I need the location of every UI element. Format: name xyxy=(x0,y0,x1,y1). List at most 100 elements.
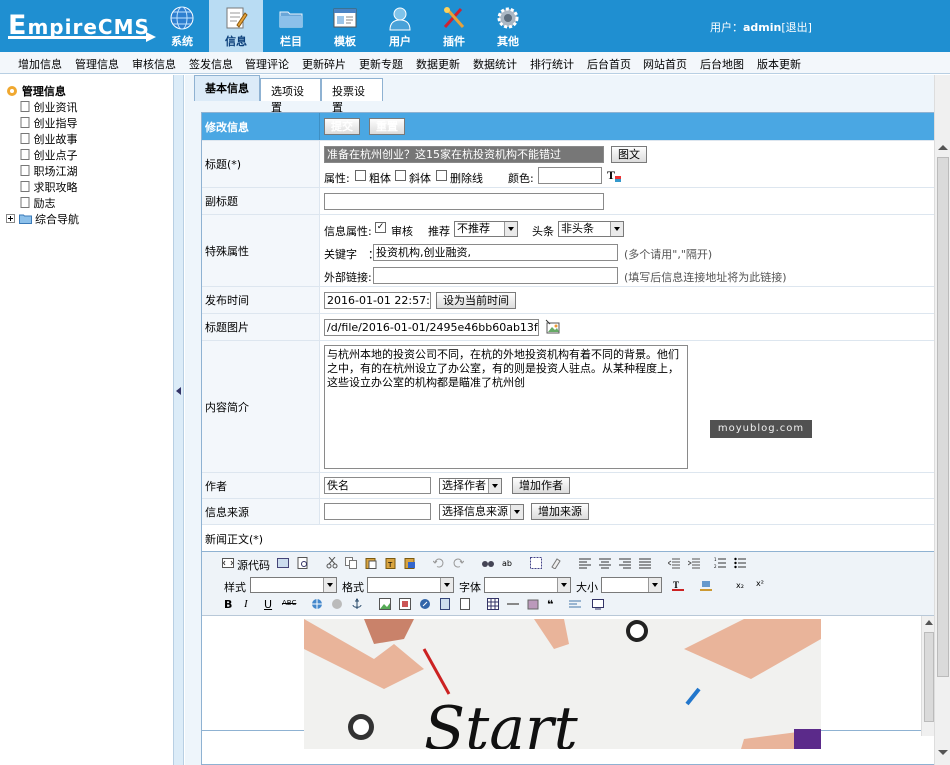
tree-item[interactable]: 创业点子 xyxy=(20,147,78,163)
tree-folder[interactable]: 综合导航 xyxy=(6,211,79,227)
tree-item[interactable]: 创业故事 xyxy=(20,131,78,147)
align-right-icon[interactable] xyxy=(619,557,631,569)
set-current-time-button[interactable]: 设为当前时间 xyxy=(436,292,516,309)
submit-button[interactable]: 提交 xyxy=(324,118,360,135)
add-author-button[interactable]: 增加作者 xyxy=(512,477,570,494)
nav-user[interactable]: 用户 xyxy=(373,0,427,52)
cut-icon[interactable] xyxy=(326,557,338,569)
menu-rank-stats[interactable]: 排行统计 xyxy=(530,56,574,72)
strike-checkbox[interactable] xyxy=(436,170,447,181)
expand-plus-icon[interactable] xyxy=(6,214,15,223)
remove-format-icon[interactable] xyxy=(550,557,562,569)
menu-update-fragments[interactable]: 更新碎片 xyxy=(302,56,346,72)
paste-text-icon[interactable]: T xyxy=(385,557,397,569)
media-icon[interactable] xyxy=(419,598,431,610)
redo-icon[interactable] xyxy=(452,557,464,569)
menu-data-stats[interactable]: 数据统计 xyxy=(473,56,517,72)
italic-button[interactable]: I xyxy=(244,598,248,610)
bullet-list-icon[interactable] xyxy=(734,557,746,569)
quote-icon[interactable]: ❝ xyxy=(547,598,553,611)
scroll-down-arrow-icon[interactable] xyxy=(938,750,948,755)
horizontal-rule-icon[interactable] xyxy=(507,598,519,610)
bg-color-icon[interactable] xyxy=(700,579,712,591)
author-input[interactable]: 佚名 xyxy=(324,477,431,494)
bold-checkbox[interactable] xyxy=(355,170,366,181)
indent-icon[interactable] xyxy=(688,557,700,569)
preview-icon[interactable] xyxy=(277,557,289,569)
font-size-select[interactable] xyxy=(601,577,662,593)
menu-data-update[interactable]: 数据更新 xyxy=(416,56,460,72)
image-icon[interactable] xyxy=(379,598,391,610)
link-icon[interactable] xyxy=(311,598,323,610)
iframe-icon[interactable] xyxy=(592,598,604,610)
reset-button[interactable]: 重置 xyxy=(369,118,405,135)
tree-item[interactable]: 励志 xyxy=(20,195,56,211)
italic-checkbox[interactable] xyxy=(395,170,406,181)
style-select[interactable] xyxy=(250,577,337,593)
align-justify-icon[interactable] xyxy=(639,557,651,569)
menu-audit-info[interactable]: 审核信息 xyxy=(132,56,176,72)
subscript-icon[interactable]: x₂ xyxy=(736,581,744,590)
scroll-up-arrow-icon[interactable] xyxy=(925,620,933,625)
audit-checkbox[interactable]: ✓ xyxy=(375,222,386,233)
superscript-icon[interactable]: x² xyxy=(756,579,764,588)
find-icon[interactable] xyxy=(482,557,494,569)
menu-update-topics[interactable]: 更新专题 xyxy=(359,56,403,72)
align-center-icon[interactable] xyxy=(599,557,611,569)
tree-item[interactable]: 职场江湖 xyxy=(20,163,78,179)
menu-version-update[interactable]: 版本更新 xyxy=(757,56,801,72)
text-color-icon[interactable]: T xyxy=(672,579,684,591)
undo-icon[interactable] xyxy=(433,557,445,569)
title-image-input[interactable]: /d/file/2016-01-01/2495e46bb60ab13f9e3fd xyxy=(324,319,539,336)
page-scrollbar[interactable] xyxy=(934,75,950,765)
editor-scroll-thumb[interactable] xyxy=(924,632,934,722)
menu-site-home[interactable]: 网站首页 xyxy=(643,56,687,72)
menu-admin-home[interactable]: 后台首页 xyxy=(587,56,631,72)
title-input[interactable]: 准备在杭州创业？这15家在杭投资机构不能错过 xyxy=(324,146,604,163)
menu-add-info[interactable]: 增加信息 xyxy=(18,56,62,72)
align-left-icon[interactable] xyxy=(579,557,591,569)
logout-link[interactable]: [退出] xyxy=(781,21,812,34)
special-char-icon[interactable] xyxy=(569,598,581,610)
source-input[interactable] xyxy=(324,503,431,520)
subtitle-input[interactable] xyxy=(324,193,604,210)
page-break-icon[interactable] xyxy=(459,598,471,610)
scroll-up-arrow-icon[interactable] xyxy=(938,145,948,150)
bold-button[interactable]: B xyxy=(224,598,232,611)
nav-column[interactable]: 栏目 xyxy=(264,0,318,52)
copy-icon[interactable] xyxy=(345,557,357,569)
nav-template[interactable]: 模板 xyxy=(318,0,372,52)
menu-manage-info[interactable]: 管理信息 xyxy=(75,56,119,72)
nav-plugin[interactable]: 插件 xyxy=(427,0,481,52)
menu-manage-comments[interactable]: 管理评论 xyxy=(245,56,289,72)
summary-textarea[interactable]: 与杭州本地的投资公司不同，在杭的外地投资机构有着不同的背景。他们之中，有的在杭州… xyxy=(324,345,688,469)
tab-vote[interactable]: 投票设置 xyxy=(321,78,383,114)
external-link-input[interactable] xyxy=(373,267,618,284)
smiley-icon[interactable] xyxy=(527,598,539,610)
nav-other[interactable]: 其他 xyxy=(481,0,535,52)
color-input[interactable] xyxy=(538,167,602,184)
nav-info[interactable]: 信息 xyxy=(209,0,263,52)
paste-word-icon[interactable] xyxy=(404,557,416,569)
sidebar-collapse-handle[interactable] xyxy=(174,75,184,765)
tree-item[interactable]: 求职攻略 xyxy=(20,179,78,195)
recommend-select[interactable]: 不推荐 xyxy=(454,221,518,237)
tree-root[interactable]: 管理信息 xyxy=(6,83,66,99)
replace-icon[interactable]: ab xyxy=(502,557,514,569)
underline-button[interactable]: U xyxy=(264,598,272,611)
menu-admin-map[interactable]: 后台地图 xyxy=(700,56,744,72)
print-preview-icon[interactable] xyxy=(297,557,309,569)
headline-select[interactable]: 非头条 xyxy=(558,221,624,237)
paste-icon[interactable] xyxy=(365,557,377,569)
tab-options[interactable]: 选项设置 xyxy=(260,78,321,114)
unlink-icon[interactable] xyxy=(331,598,343,610)
tree-item[interactable]: 创业指导 xyxy=(20,115,78,131)
strikethrough-icon[interactable]: ABC xyxy=(282,599,296,607)
source-code-button[interactable]: 源代码 xyxy=(237,557,270,573)
source-select[interactable]: 选择信息来源 xyxy=(439,504,524,520)
source-code-icon[interactable] xyxy=(222,557,234,569)
table-icon[interactable] xyxy=(487,598,499,610)
font-select[interactable] xyxy=(484,577,571,593)
select-all-icon[interactable] xyxy=(530,557,542,569)
nav-system[interactable]: 系统 xyxy=(155,0,209,52)
